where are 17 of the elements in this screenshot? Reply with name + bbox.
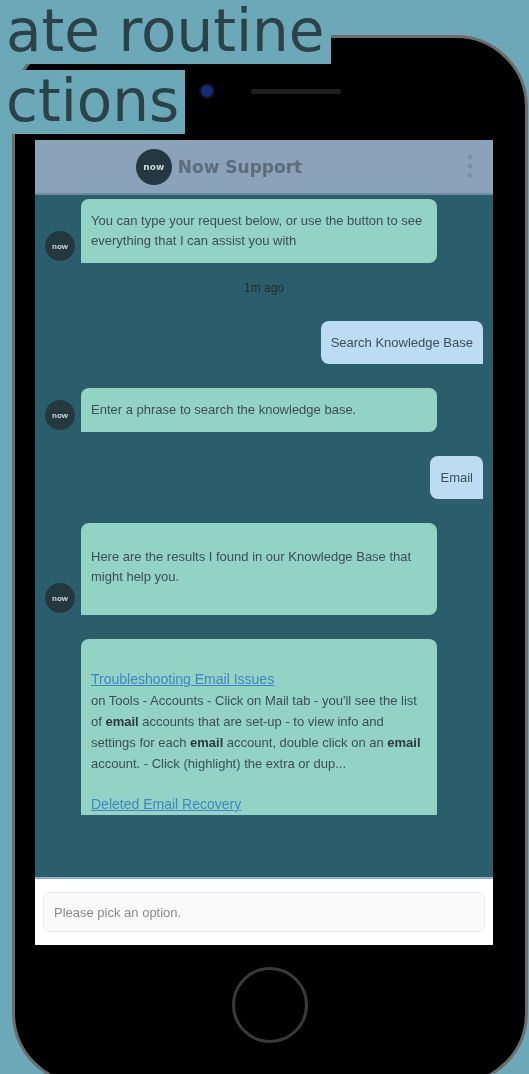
bot-message: Here are the results I found in our Knowledge Base that might help you. <box>81 523 437 615</box>
home-button[interactable] <box>232 967 308 1043</box>
bot-avatar: now <box>45 583 75 613</box>
chat-title: Now Support <box>177 156 303 177</box>
user-message: Search Knowledge Base <box>320 321 483 364</box>
article-snippet: on Tools - Accounts - Click on Mail tab - you'll see the list of email accounts that are set-up - to view info and settings for each email account, double click on an email account. - Click (highlight) the extra or dup... <box>91 692 422 773</box>
bot-message: Enter a phrase to search the knowledge base. <box>81 388 437 432</box>
user-message: Email <box>430 456 483 499</box>
timestamp: 1m ago <box>244 281 284 295</box>
bot-logo: now <box>135 148 172 185</box>
article-link[interactable]: Troubleshooting Email Issues <box>91 671 275 687</box>
bot-avatar: now <box>45 400 75 430</box>
article-link[interactable]: Deleted Email Recovery <box>91 796 242 812</box>
bot-avatar: now <box>45 231 75 261</box>
camera-icon <box>199 83 215 99</box>
message-input[interactable]: Please pick an option. <box>43 892 485 932</box>
bot-message: You can type your request below, or use the button to see everything that I can assist you with <box>81 199 437 263</box>
